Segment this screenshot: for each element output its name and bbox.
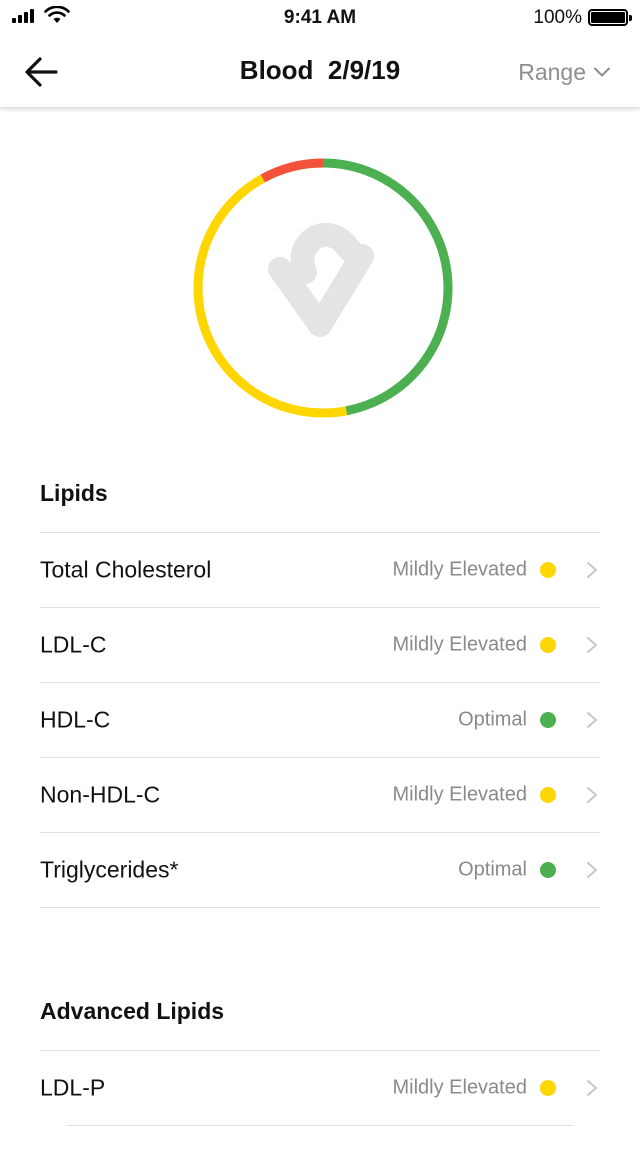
biomarker-status: Optimal	[458, 708, 527, 731]
biomarker-status: Mildly Elevated	[392, 633, 527, 656]
biomarker-row[interactable]: Triglycerides* Optimal	[0, 833, 640, 907]
biomarker-name: Non-HDL-C	[40, 781, 161, 808]
battery-icon	[588, 9, 632, 26]
section-title: Advanced Lipids	[40, 998, 225, 1024]
ring-segment-elevated	[260, 158, 324, 183]
chevron-right-icon	[587, 637, 597, 653]
section-title: Lipids	[40, 480, 108, 506]
divider	[66, 1125, 574, 1126]
chevron-right-icon	[587, 562, 597, 578]
biomarker-name: LDL-P	[40, 1074, 106, 1101]
blood-score-ring	[193, 158, 453, 418]
status-bar: 9:41 AM 100%	[0, 0, 640, 36]
biomarker-name: Total Cholesterol	[40, 556, 212, 583]
range-dropdown-button[interactable]: Range	[518, 56, 610, 88]
biomarker-row[interactable]: LDL-C Mildly Elevated	[0, 608, 640, 682]
biomarker-status: Mildly Elevated	[392, 558, 527, 581]
biomarker-status: Mildly Elevated	[392, 1076, 527, 1099]
chevron-right-icon	[587, 862, 597, 878]
biomarker-status: Mildly Elevated	[392, 783, 527, 806]
biomarker-name: LDL-C	[40, 631, 107, 658]
battery-percentage: 100%	[533, 7, 582, 28]
chevron-right-icon	[587, 712, 597, 728]
heart-icon	[268, 222, 374, 337]
chevron-right-icon	[587, 1080, 597, 1096]
biomarker-row[interactable]: Non-HDL-C Mildly Elevated	[0, 758, 640, 832]
biomarker-row[interactable]: Total Cholesterol Mildly Elevated	[0, 533, 640, 607]
chevron-right-icon	[587, 787, 597, 803]
range-label: Range	[518, 58, 586, 85]
navigation-bar: Blood 2/9/19 Range	[0, 36, 640, 108]
status-dot	[540, 1080, 556, 1096]
status-dot	[540, 787, 556, 803]
divider	[40, 907, 600, 908]
status-dot	[540, 637, 556, 653]
biomarker-name: Triglycerides*	[40, 856, 179, 883]
status-dot	[540, 862, 556, 878]
chevron-down-icon	[594, 67, 610, 77]
biomarker-status: Optimal	[458, 858, 527, 881]
biomarker-row[interactable]: HDL-C Optimal	[0, 683, 640, 757]
biomarker-row[interactable]: LDL-P Mildly Elevated	[0, 1051, 640, 1125]
status-dot	[540, 712, 556, 728]
biomarker-name: HDL-C	[40, 706, 111, 733]
status-dot	[540, 562, 556, 578]
